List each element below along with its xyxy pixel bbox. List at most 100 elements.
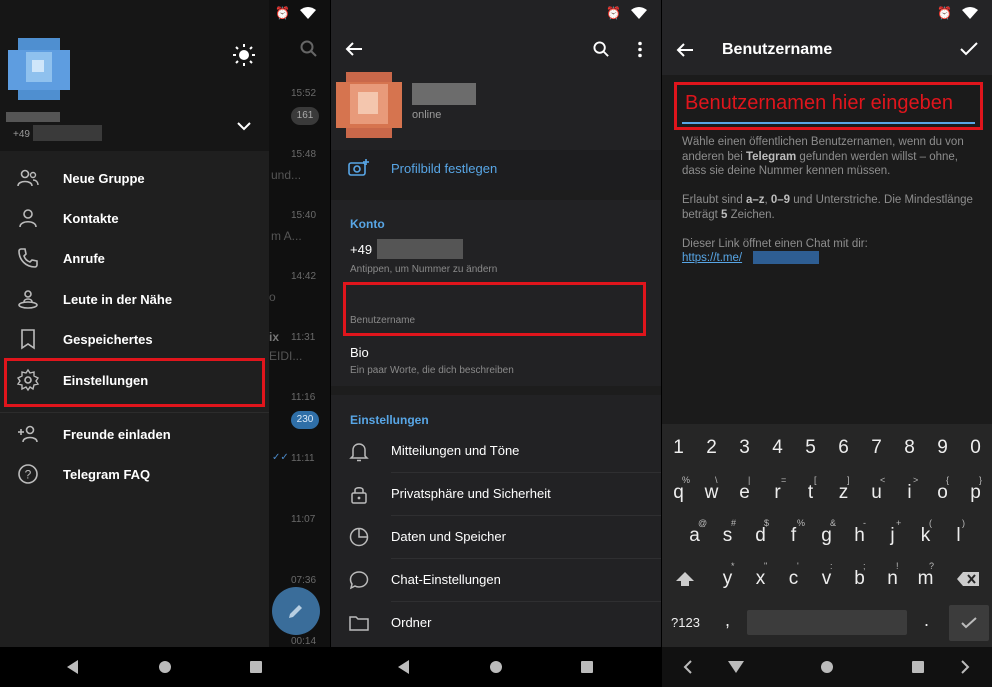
menu-item-new-group[interactable]: Neue Gruppe [0, 158, 269, 198]
menu-item-calls[interactable]: Anrufe [0, 238, 269, 278]
chat-snippet: ix [269, 330, 280, 344]
help-icon: ? [18, 464, 38, 484]
key-hint: ) [962, 518, 965, 528]
settings-row-folders[interactable]: Ordner [331, 602, 661, 645]
key-0[interactable]: 0 [959, 437, 992, 459]
key-q[interactable]: q [662, 482, 695, 504]
key-hint: + [896, 518, 902, 528]
back-arrow-icon[interactable] [345, 41, 363, 57]
key-u[interactable]: u [860, 482, 893, 504]
pie-chart-icon [349, 527, 369, 547]
shift-icon[interactable] [675, 571, 695, 587]
key-n[interactable]: n [876, 568, 909, 590]
chat-snippet: o [269, 290, 276, 304]
group-icon [17, 169, 39, 187]
menu-item-faq[interactable]: ? Telegram FAQ [0, 454, 269, 494]
key-k[interactable]: k [909, 525, 942, 547]
key-c[interactable]: c [777, 568, 810, 590]
back-nav-icon[interactable] [67, 660, 78, 674]
chat-bubble-icon [349, 571, 369, 590]
info-bold: 0–9 [770, 194, 791, 206]
comma-key[interactable]: , [725, 610, 730, 631]
enter-key[interactable] [949, 605, 989, 641]
recents-nav-icon[interactable] [912, 661, 924, 673]
status-bar: ⏰ [331, 0, 661, 26]
key-2[interactable]: 2 [695, 437, 728, 459]
symbols-key[interactable]: ?123 [671, 615, 700, 630]
chat-time: 11:16 [291, 392, 316, 403]
chevron-left-icon[interactable] [683, 659, 693, 675]
key-6[interactable]: 6 [827, 437, 860, 459]
avatar[interactable] [336, 72, 402, 138]
key-b[interactable]: b [843, 568, 876, 590]
menu-item-invite-friends[interactable]: Freunde einladen [0, 414, 269, 454]
back-nav-icon[interactable] [398, 660, 409, 674]
key-o[interactable]: o [926, 482, 959, 504]
set-photo-row[interactable]: Profilbild festlegen [331, 150, 661, 190]
period-key[interactable]: . [924, 610, 929, 631]
key-g[interactable]: g [810, 525, 843, 547]
chat-snippet: und... [271, 168, 302, 182]
key-4[interactable]: 4 [761, 437, 794, 459]
home-nav-icon[interactable] [159, 661, 171, 673]
home-nav-icon[interactable] [490, 661, 502, 673]
key-y[interactable]: y [711, 568, 744, 590]
key-t[interactable]: t [794, 482, 827, 504]
settings-row-chat[interactable]: Chat-Einstellungen [331, 559, 661, 602]
key-i[interactable]: i [893, 482, 926, 504]
key-7[interactable]: 7 [860, 437, 893, 459]
username-input[interactable]: Benutzernamen hier eingeben [682, 88, 975, 124]
backspace-icon[interactable] [957, 572, 979, 586]
username-link[interactable]: https://t.me/ [682, 252, 742, 264]
back-arrow-icon[interactable] [676, 42, 694, 58]
menu-item-contacts[interactable]: Kontakte [0, 198, 269, 238]
menu-item-people-nearby[interactable]: Leute in der Nähe [0, 279, 269, 319]
key-9[interactable]: 9 [926, 437, 959, 459]
settings-row-privacy[interactable]: Privatsphäre und Sicherheit [331, 473, 661, 516]
recents-nav-icon[interactable] [581, 661, 593, 673]
more-vertical-icon[interactable] [637, 41, 643, 58]
key-d[interactable]: d [744, 525, 777, 547]
key-r[interactable]: r [761, 482, 794, 504]
search-icon[interactable] [300, 40, 318, 58]
chat-time: 15:40 [291, 210, 317, 221]
chevron-right-icon[interactable] [960, 659, 970, 675]
space-bar[interactable] [747, 610, 907, 635]
avatar[interactable] [8, 38, 70, 100]
key-m[interactable]: m [909, 568, 942, 590]
key-a[interactable]: a [678, 525, 711, 547]
checkmark-icon[interactable] [960, 42, 978, 56]
recents-nav-icon[interactable] [250, 661, 262, 673]
home-nav-icon[interactable] [821, 661, 833, 673]
chevron-down-icon[interactable] [236, 120, 252, 132]
key-3[interactable]: 3 [728, 437, 761, 459]
key-e[interactable]: e [728, 482, 761, 504]
key-w[interactable]: w [695, 482, 728, 504]
key-hint: " [764, 561, 768, 571]
chat-time: 15:52 [291, 88, 317, 99]
compose-button[interactable] [272, 587, 320, 635]
key-8[interactable]: 8 [893, 437, 926, 459]
menu-item-saved[interactable]: Gespeichertes [0, 319, 269, 359]
key-j[interactable]: j [876, 525, 909, 547]
key-hint: $ [764, 518, 770, 528]
key-f[interactable]: f [777, 525, 810, 547]
key-s[interactable]: s [711, 525, 744, 547]
key-x[interactable]: x [744, 568, 777, 590]
keyboard-hide-icon[interactable] [728, 661, 744, 673]
phone-hint: Antippen, um Nummer zu ändern [350, 264, 498, 275]
settings-row-data[interactable]: Daten und Speicher [331, 516, 661, 559]
theme-toggle-icon[interactable] [233, 44, 255, 66]
key-5[interactable]: 5 [794, 437, 827, 459]
key-1[interactable]: 1 [662, 437, 695, 459]
key-z[interactable]: z [827, 482, 860, 504]
chat-time: 11:07 [291, 514, 316, 525]
key-h[interactable]: h [843, 525, 876, 547]
settings-row-notifications[interactable]: Mitteilungen und Töne [331, 430, 661, 473]
key-v[interactable]: v [810, 568, 843, 590]
key-l[interactable]: l [942, 525, 975, 547]
key-p[interactable]: p [959, 482, 992, 504]
menu-item-label: Telegram FAQ [63, 466, 151, 482]
account-section-title: Konto [350, 217, 385, 231]
search-icon[interactable] [593, 41, 610, 58]
